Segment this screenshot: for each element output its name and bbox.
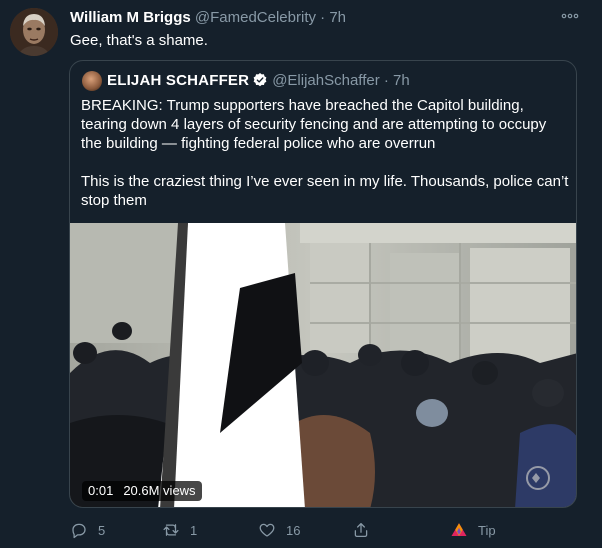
like-button[interactable]: 16 [258, 520, 300, 540]
video-player[interactable]: 0:01 20.6M views [70, 223, 576, 507]
verified-badge-icon [253, 73, 267, 87]
tip-label: Tip [478, 522, 496, 538]
action-bar: 5 1 16 Tip [70, 520, 590, 540]
reply-button[interactable]: 5 [70, 520, 105, 540]
quoted-author-name: ELIJAH SCHAFFER [107, 72, 250, 89]
quoted-separator: · [383, 72, 389, 89]
more-options-icon[interactable] [560, 8, 580, 24]
quoted-time: 7h [393, 72, 410, 89]
quoted-author-avatar [82, 71, 102, 91]
video-timestamp: 0:01 [88, 483, 114, 498]
video-info-badge: 0:01 20.6M views [82, 481, 202, 501]
quoted-tweet[interactable]: ELIJAH SCHAFFER @ElijahSchaffer · 7h BREA… [69, 60, 577, 508]
video-views: 20.6M views [123, 483, 196, 498]
tip-icon [451, 523, 467, 536]
share-button[interactable] [352, 520, 370, 540]
separator: · [320, 9, 326, 26]
quoted-handle: @ElijahSchaffer [272, 72, 380, 89]
quoted-header: ELIJAH SCHAFFER @ElijahSchaffer · 7h [107, 71, 410, 91]
retweet-button[interactable]: 1 [162, 520, 197, 540]
tweet-text: Gee, that's a shame. [70, 32, 208, 49]
tweet-time[interactable]: 7h [329, 9, 346, 26]
author-name[interactable]: William M Briggs [70, 9, 191, 26]
quoted-paragraph-1: BREAKING: Trump supporters have breached… [81, 97, 547, 152]
author-handle[interactable]: @FamedCelebrity [195, 9, 316, 26]
like-count: 16 [286, 522, 301, 538]
reply-count: 5 [98, 522, 106, 538]
retweet-count: 1 [190, 522, 198, 538]
tweet-header: William M Briggs @FamedCelebrity · 7h [70, 9, 346, 27]
author-avatar[interactable] [10, 8, 58, 56]
tweet[interactable]: William M Briggs @FamedCelebrity · 7h Ge… [0, 0, 602, 548]
quoted-text: BREAKING: Trump supporters have breached… [81, 96, 571, 210]
video-frame [70, 223, 576, 507]
retweet-icon [163, 524, 179, 536]
heart-icon [259, 523, 275, 537]
tip-button[interactable]: Tip [450, 520, 496, 540]
quoted-paragraph-2: This is the craziest thing I’ve ever see… [81, 173, 569, 209]
reply-icon [72, 523, 86, 539]
share-icon [354, 522, 368, 538]
